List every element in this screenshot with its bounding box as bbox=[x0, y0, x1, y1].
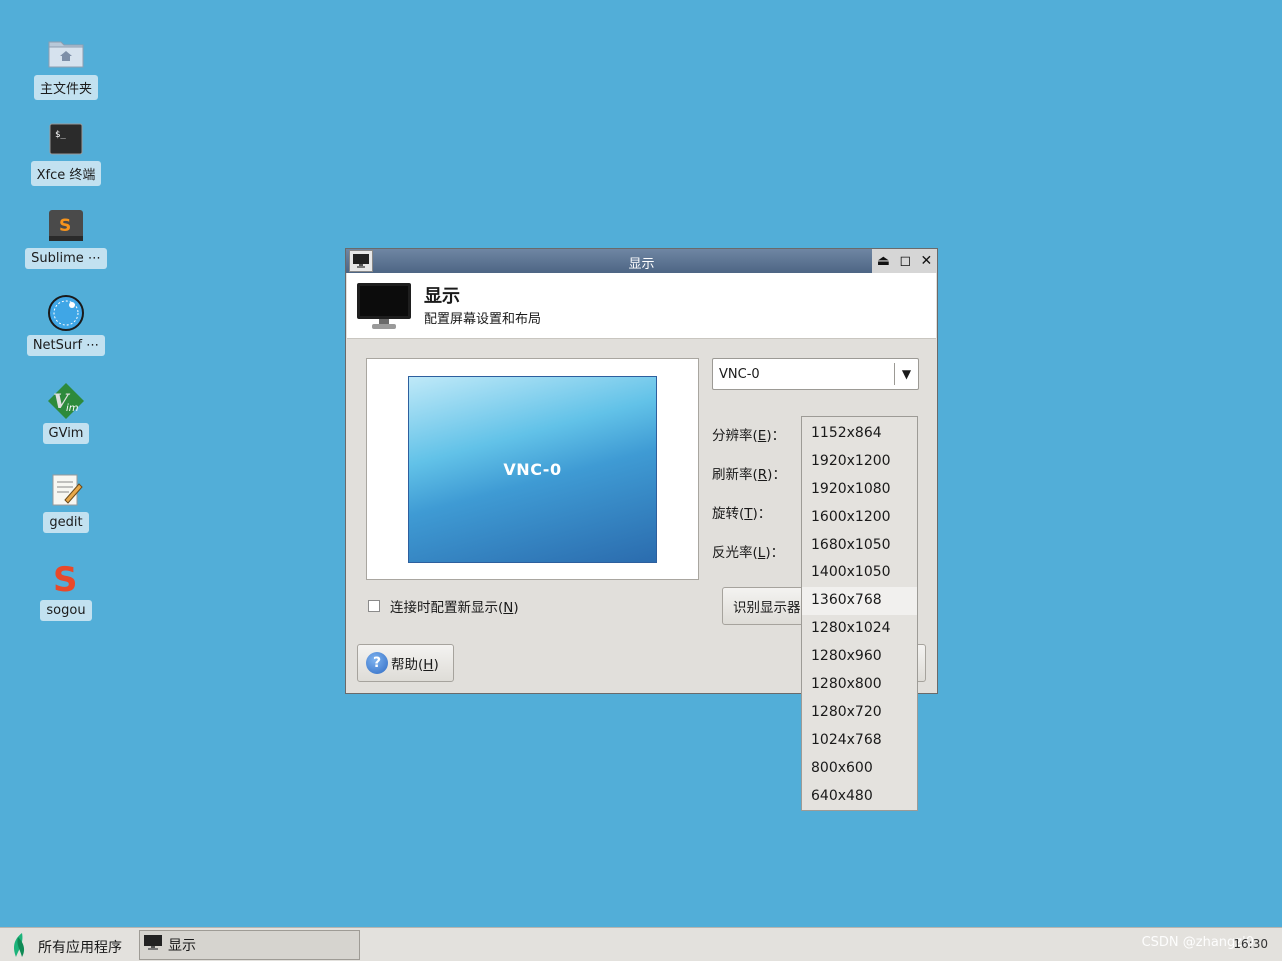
desktop-icon-label: gedit bbox=[43, 512, 89, 533]
display-select[interactable]: VNC-0 ▼ bbox=[712, 358, 919, 390]
display-select-value: VNC-0 bbox=[719, 366, 760, 382]
applications-menu-label: 所有应用程序 bbox=[38, 940, 122, 956]
maximize-icon[interactable]: ◻ bbox=[899, 253, 911, 269]
gedit-icon bbox=[46, 470, 86, 510]
help-button-label: 帮助(H) bbox=[391, 657, 439, 673]
desktop-icon-gvim[interactable]: Vim GVim bbox=[16, 381, 116, 444]
configure-new-displays-checkbox[interactable]: 连接时配置新显示(N) bbox=[368, 596, 519, 616]
refresh-rate-label: 刷新率(R)： bbox=[712, 467, 786, 483]
desktop-icon-label: Sublime ⋯ bbox=[25, 248, 107, 269]
resolution-option[interactable]: 1280x800 bbox=[802, 671, 917, 699]
terminal-icon: $_ bbox=[46, 119, 86, 159]
identify-displays-label: 识别显示器 bbox=[733, 600, 801, 616]
desktop-icon-label: GVim bbox=[42, 423, 90, 444]
desktop-icon-label: 主文件夹 bbox=[33, 75, 98, 100]
home-folder-icon bbox=[46, 33, 86, 73]
sogou-icon: S bbox=[46, 558, 86, 598]
clock[interactable]: 16:30 bbox=[1233, 937, 1268, 951]
window-controls: ⏏ ◻ ✕ bbox=[872, 249, 937, 273]
monitor-icon bbox=[357, 283, 411, 335]
help-button[interactable]: ? 帮助(H) bbox=[357, 644, 454, 682]
resolution-option[interactable]: 1360x768 bbox=[802, 587, 917, 616]
window-titlebar[interactable]: 显示 ⏏ ◻ ✕ bbox=[346, 249, 937, 273]
svg-text:im: im bbox=[66, 403, 79, 414]
checkbox-label: 连接时配置新显示(N) bbox=[390, 600, 519, 616]
resolution-option[interactable]: 1024x768 bbox=[802, 727, 917, 755]
monitor-preview-vnc0[interactable]: VNC-0 bbox=[408, 376, 657, 563]
shade-icon[interactable]: ⏏ bbox=[877, 253, 890, 269]
rotation-label: 旋转(T)： bbox=[712, 506, 772, 522]
resolution-option[interactable]: 1280x1024 bbox=[802, 615, 917, 643]
desktop-icon-home[interactable]: 主文件夹 bbox=[16, 33, 116, 100]
gvim-icon: Vim bbox=[46, 381, 86, 421]
monitor-preview-label: VNC-0 bbox=[503, 460, 562, 479]
reflection-label: 反光率(L)： bbox=[712, 545, 785, 561]
sublime-icon: S bbox=[46, 206, 86, 246]
svg-text:$_: $_ bbox=[55, 130, 66, 140]
checkbox-box[interactable] bbox=[368, 600, 380, 612]
close-icon[interactable]: ✕ bbox=[921, 253, 933, 269]
display-layout-preview: VNC-0 bbox=[366, 358, 699, 580]
netsurf-globe-icon bbox=[46, 293, 86, 333]
resolution-option[interactable]: 640x480 bbox=[802, 783, 917, 811]
resolution-label: 分辨率(E)： bbox=[712, 428, 786, 444]
dialog-header: 显示 配置屏幕设置和布局 bbox=[347, 273, 936, 339]
desktop-icon-sublime[interactable]: S Sublime ⋯ bbox=[16, 206, 116, 269]
resolution-option[interactable]: 1920x1200 bbox=[802, 448, 917, 476]
svg-text:S: S bbox=[53, 560, 78, 596]
header-subtitle: 配置屏幕设置和布局 bbox=[424, 312, 542, 327]
window-title: 显示 bbox=[628, 257, 655, 272]
display-app-icon bbox=[144, 935, 162, 955]
resolution-option[interactable]: 1152x864 bbox=[802, 420, 917, 448]
resolution-option[interactable]: 1280x960 bbox=[802, 643, 917, 671]
resolution-option[interactable]: 1920x1080 bbox=[802, 476, 917, 504]
resolution-option[interactable]: 1680x1050 bbox=[802, 532, 917, 560]
header-title: 显示 bbox=[424, 286, 460, 307]
desktop-icon-netsurf[interactable]: NetSurf ⋯ bbox=[16, 293, 116, 356]
desktop-icon-terminal[interactable]: $_ Xfce 终端 bbox=[16, 119, 116, 186]
resolution-option[interactable]: 800x600 bbox=[802, 755, 917, 783]
taskbar-window-display[interactable]: 显示 bbox=[139, 930, 360, 960]
resolution-option[interactable]: 1400x1050 bbox=[802, 559, 917, 587]
resolution-dropdown-list: 1152x864 1920x1200 1920x1080 1600x1200 1680x… bbox=[801, 416, 918, 811]
resolution-option[interactable]: 1280x720 bbox=[802, 699, 917, 727]
desktop-icon-gedit[interactable]: gedit bbox=[16, 470, 116, 533]
desktop-icon-label: NetSurf ⋯ bbox=[26, 335, 106, 356]
taskbar-window-label: 显示 bbox=[168, 938, 196, 954]
applications-menu-button[interactable]: 所有应用程序 bbox=[10, 933, 122, 961]
chevron-down-icon[interactable]: ▼ bbox=[894, 363, 918, 385]
desktop-icon-label: Xfce 终端 bbox=[30, 161, 102, 186]
desktop-icon-sogou[interactable]: S sogou bbox=[16, 558, 116, 621]
resolution-option[interactable]: 1600x1200 bbox=[802, 504, 917, 532]
app-menu-leaf-icon bbox=[10, 933, 28, 961]
desktop-icon-label: sogou bbox=[40, 600, 92, 621]
svg-text:S: S bbox=[59, 216, 71, 236]
taskbar: 所有应用程序 显示 CSDN @zhangzl0 16:30 bbox=[0, 927, 1282, 961]
help-icon: ? bbox=[366, 652, 388, 674]
